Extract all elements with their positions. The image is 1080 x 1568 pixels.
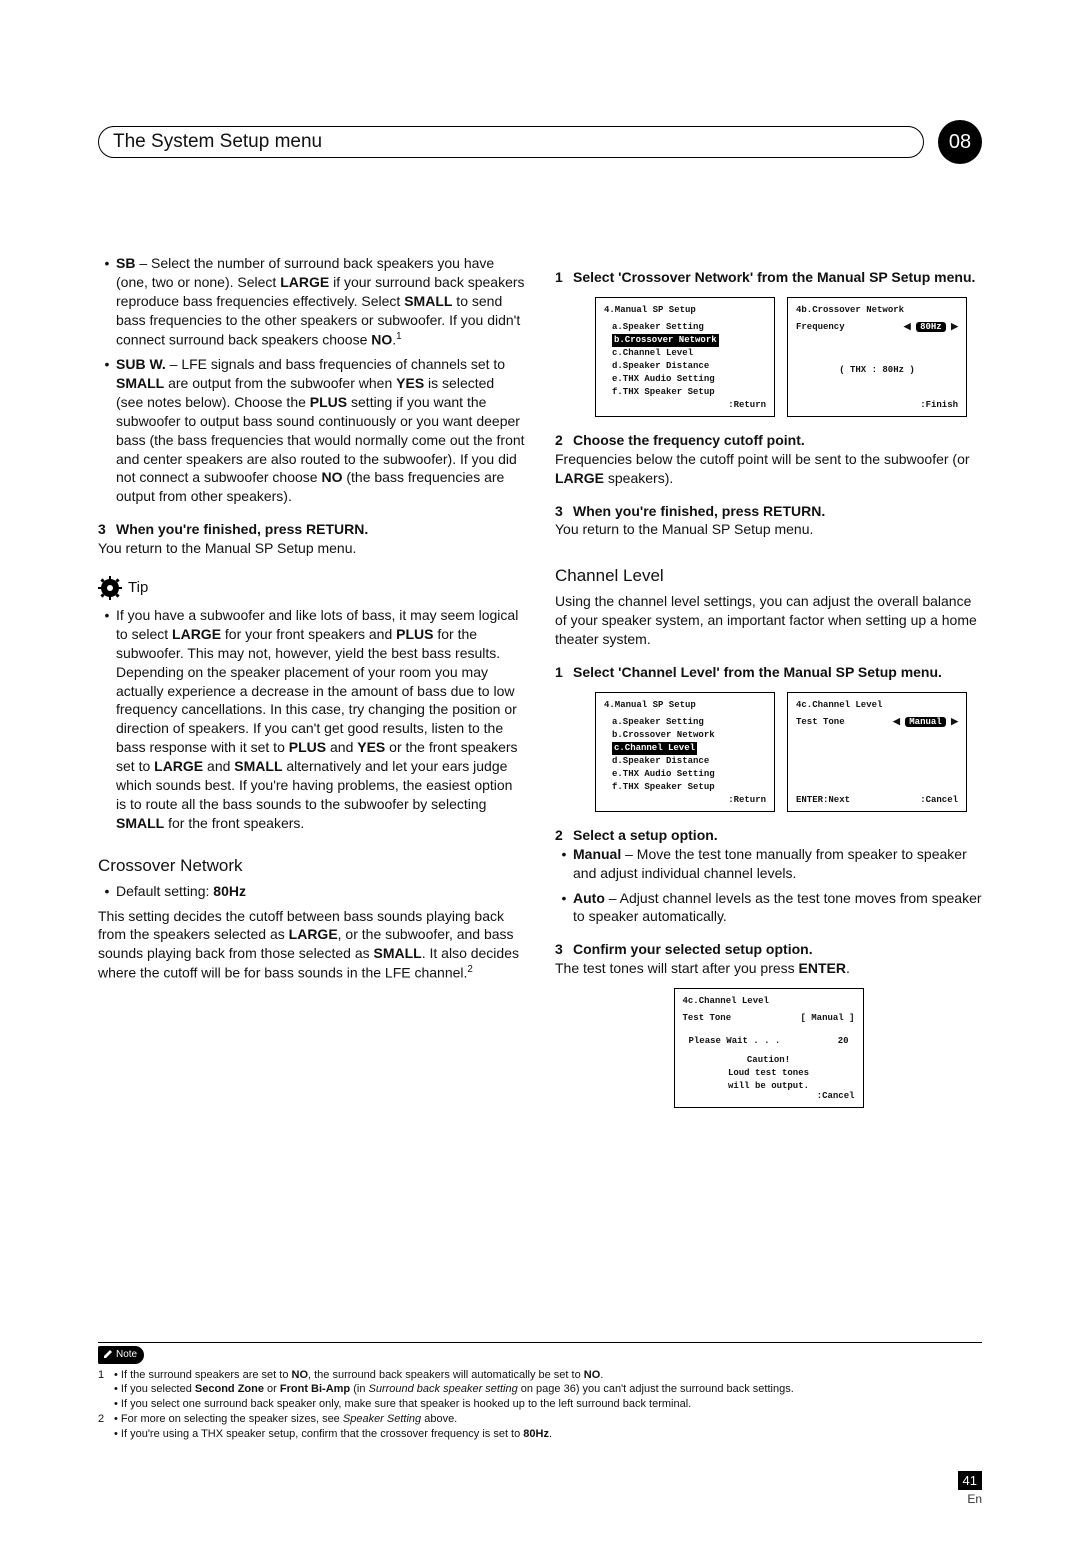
manual-option: • Manual – Move the test tone manually f… [555,845,982,883]
left-step3-head: 3When you're finished, press RETURN. [98,520,525,539]
page-number: 41 [958,1471,982,1490]
screen-channel-level: 4c.Channel Level Test Tone ◀ Manual ▶ EN… [787,692,967,812]
subw-label: SUB W. [116,356,166,372]
left-step3-body: You return to the Manual SP Setup menu. [98,539,525,558]
tip-yes: YES [357,739,385,755]
r-step3-body: You return to the Manual SP Setup menu. [555,520,982,539]
crossover-heading: Crossover Network [98,855,525,878]
c-step3-body: The test tones will start after you pres… [555,959,982,978]
tip-f: and [203,758,234,774]
auto-text: – Adjust channel levels as the test tone… [573,890,982,925]
two-column-body: • SB – Select the number of surround bac… [98,254,982,1122]
tip-row: Tip [98,576,525,600]
gear-icon [98,576,122,600]
screens-crossover: 4.Manual SP Setup a.Speaker Setting b.Cr… [595,297,982,417]
c-step1-head: 1Select 'Channel Level' from the Manual … [555,663,982,682]
subw-a: – LFE signals and bass frequencies of ch… [166,356,505,372]
tip-d: and [326,739,357,755]
tip-h: for the front speakers. [164,815,304,831]
sb-small: SMALL [404,293,452,309]
screens-channel: 4.Manual SP Setup a.Speaker Setting b.Cr… [595,692,982,812]
manual-text: – Move the test tone manually from speak… [573,846,967,881]
c-step3-head: 3Confirm your selected setup option. [555,940,982,959]
screen-crossover-network: 4b.Crossover Network Frequency ◀ 80Hz ▶ … [787,297,967,417]
footnotes: 1• If the surround speakers are set to N… [98,1368,982,1442]
screen-test-tone: 4c.Channel Level Test Tone [ Manual ] Pl… [674,988,864,1108]
subw-item: • SUB W. – LFE signals and bass frequenc… [98,355,525,506]
subw-no: NO [321,469,342,485]
tip-plus: PLUS [396,626,433,642]
right-column: 1Select 'Crossover Network' from the Man… [555,254,982,1122]
footnote-rule [98,1342,982,1343]
manual-label: Manual [573,846,621,862]
crossover-default: • Default setting: 80Hz [98,882,525,901]
page-lang: En [98,1491,982,1507]
tip-c: for the subwoofer. This may not, however… [116,626,517,755]
auto-label: Auto [573,890,605,906]
pencil-icon [103,1349,113,1359]
subw-small1: SMALL [116,375,164,391]
subw-yes: YES [396,375,424,391]
r-step3-head: 3When you're finished, press RETURN. [555,502,982,521]
sb-large: LARGE [280,274,329,290]
tip-label: Tip [128,578,148,598]
sb-no: NO [371,331,392,347]
crossover-default-value: 80Hz [213,883,246,899]
page-title: The System Setup menu [98,126,924,158]
left-column: • SB – Select the number of surround bac… [98,254,525,1122]
r-step1-head: 1Select 'Crossover Network' from the Man… [555,268,982,287]
auto-option: • Auto – Adjust channel levels as the te… [555,889,982,927]
tip-b: for your front speakers and [221,626,396,642]
page-footer: 41 En [98,1472,982,1508]
crossover-default-label: Default setting: [116,883,213,899]
header-row: The System Setup menu 08 [98,120,982,164]
tip-large2: LARGE [154,758,203,774]
screen-manual-sp-1: 4.Manual SP Setup a.Speaker Setting b.Cr… [595,297,775,417]
channel-level-heading: Channel Level [555,565,982,588]
crossover-para: This setting decides the cutoff between … [98,907,525,983]
chapter-number: 08 [938,120,982,164]
channel-level-intro: Using the channel level settings, you ca… [555,592,982,649]
tip-small2: SMALL [116,815,164,831]
r-step2-head: 2Choose the frequency cutoff point. [555,431,982,450]
sb-item: • SB – Select the number of surround bac… [98,254,525,349]
tip-body: • If you have a subwoofer and like lots … [98,606,525,833]
subw-b: are output from the subwoofer when [164,375,396,391]
tip-large: LARGE [172,626,221,642]
c-step2-head: 2Select a setup option. [555,826,982,845]
page: The System Setup menu 08 • SB – Select t… [0,0,1080,1568]
note-label: Note [98,1346,144,1364]
r-step2-body: Frequencies below the cutoff point will … [555,450,982,488]
subw-plus: PLUS [310,394,347,410]
screen-manual-sp-2: 4.Manual SP Setup a.Speaker Setting b.Cr… [595,692,775,812]
tip-small: SMALL [234,758,282,774]
sb-label: SB [116,255,135,271]
tip-plus2: PLUS [289,739,326,755]
